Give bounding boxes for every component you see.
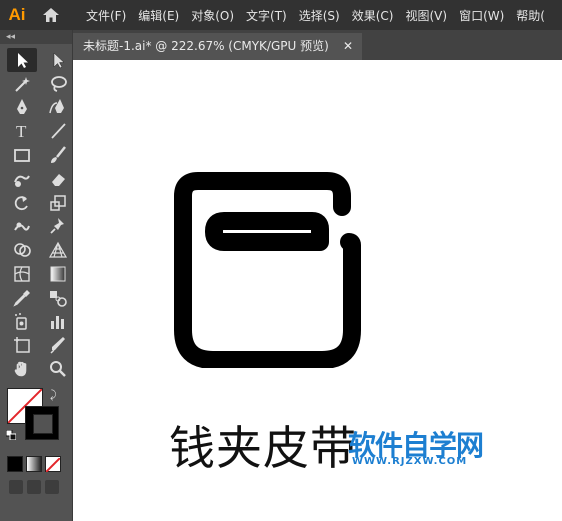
rectangle-tool[interactable] — [7, 143, 37, 167]
draw-mode-buttons — [0, 472, 72, 495]
eraser-icon — [52, 173, 65, 186]
gradient-mode-icon[interactable] — [26, 456, 42, 473]
document-tab[interactable]: 未标题-1.ai* @ 222.67% (CMYK/GPU 预览) ✕ — [73, 33, 362, 60]
stroke-swatch[interactable] — [25, 406, 59, 441]
pen-tool[interactable] — [7, 96, 37, 120]
line-tool[interactable] — [43, 119, 73, 143]
color-mode-buttons — [0, 456, 72, 473]
menu-item[interactable]: 效果(C) — [352, 7, 394, 24]
menu-item[interactable]: 帮助( — [516, 7, 545, 24]
rectangle-icon — [14, 149, 30, 162]
menu-bar: Ai 文件(F) 编辑(E) 对象(O) 文字(T) 选择(S) 效果(C) 视图(V) 窗口… — [0, 0, 562, 30]
curvature-pen-icon — [49, 99, 64, 114]
app-logo: Ai — [8, 5, 26, 24]
svg-text:T: T — [16, 122, 27, 141]
magic-wand-tool[interactable] — [7, 72, 37, 96]
artboard-icon — [14, 337, 30, 354]
type-tool[interactable]: T — [7, 119, 37, 143]
magnifier-icon — [50, 361, 66, 378]
mesh-icon — [14, 266, 30, 282]
bar-graph-icon — [51, 315, 64, 329]
arrow-icon — [18, 52, 28, 68]
shape-builder-icon — [14, 243, 31, 258]
magic-wand-icon — [15, 76, 30, 92]
shape-builder-tool[interactable] — [7, 238, 37, 262]
close-icon[interactable]: ✕ — [343, 33, 353, 60]
wallet-flap-path — [205, 212, 329, 251]
draw-behind-icon[interactable] — [27, 480, 41, 495]
column-graph-tool[interactable] — [43, 310, 73, 334]
artboard-tool[interactable] — [7, 334, 37, 358]
warp-tool[interactable] — [7, 215, 37, 239]
lasso-icon — [51, 75, 67, 92]
menu-item[interactable]: 视图(V) — [405, 7, 447, 24]
zoom-tool[interactable] — [43, 357, 73, 381]
selection-tool[interactable] — [7, 48, 37, 72]
slice-tool[interactable] — [43, 334, 73, 358]
pin-icon — [50, 218, 64, 235]
hand-tool[interactable] — [7, 357, 37, 381]
document-tab-title: 未标题-1.ai* @ 222.67% (CMYK/GPU 预览) — [83, 39, 329, 53]
direct-selection-tool[interactable] — [43, 48, 73, 72]
shaper-tool[interactable] — [7, 167, 37, 191]
white-arrow-icon — [53, 52, 65, 69]
document-tab-bar: 未标题-1.ai* @ 222.67% (CMYK/GPU 预览) ✕ — [73, 30, 562, 60]
draw-inside-icon[interactable] — [45, 480, 59, 495]
paintbrush-tool[interactable] — [43, 143, 73, 167]
symbol-sprayer-icon — [15, 312, 27, 330]
wallet-outer-path — [174, 172, 361, 368]
fill-stroke-swatches: ⤸ — [0, 386, 72, 456]
swap-fill-stroke-icon[interactable]: ⤸ — [50, 388, 57, 402]
color-mode-icon[interactable] — [7, 456, 23, 473]
brush-icon — [51, 146, 66, 164]
blend-tool[interactable] — [43, 286, 73, 310]
scale-icon — [50, 194, 66, 211]
puppet-warp-tool[interactable] — [43, 215, 73, 239]
watermark-url: WWW.RJZXW.COM — [352, 456, 468, 467]
curvature-tool[interactable] — [43, 96, 73, 120]
perspective-grid-icon — [48, 242, 68, 258]
perspective-grid-tool[interactable] — [43, 238, 73, 262]
knife-icon — [50, 337, 65, 354]
mesh-tool[interactable] — [7, 262, 37, 286]
tools-panel: ◂◂ T ⤸ — [0, 30, 73, 521]
scale-tool[interactable] — [43, 191, 73, 215]
rotate-tool[interactable] — [7, 191, 37, 215]
menu-item[interactable]: 编辑(E) — [138, 7, 179, 24]
tool-grid: T — [0, 44, 72, 381]
eraser-tool[interactable] — [43, 167, 73, 191]
shaper-icon — [14, 175, 30, 187]
default-colors-icon[interactable] — [6, 430, 16, 441]
pen-icon — [17, 99, 27, 115]
menu-item[interactable]: 窗口(W) — [459, 7, 504, 24]
home-icon[interactable] — [34, 0, 68, 30]
menu-item[interactable]: 文件(F) — [86, 7, 126, 24]
collapse-panel-button[interactable]: ◂◂ — [0, 30, 72, 44]
warp-icon — [14, 222, 30, 232]
eyedropper-icon — [13, 289, 30, 307]
none-mode-icon[interactable] — [45, 456, 61, 473]
symbol-sprayer-tool[interactable] — [7, 310, 37, 334]
rotate-icon — [14, 195, 28, 210]
menu-item[interactable]: 文字(T) — [246, 7, 287, 24]
gradient-tool[interactable] — [43, 262, 73, 286]
type-icon: T — [16, 122, 27, 141]
eyedropper-tool[interactable] — [7, 286, 37, 310]
menu-item[interactable]: 对象(O) — [191, 7, 234, 24]
draw-normal-icon[interactable] — [9, 480, 23, 495]
artboard-canvas[interactable]: 钱夹皮带 软件自学网 WWW.RJZXW.COM — [73, 60, 562, 521]
blend-icon — [50, 290, 67, 307]
wallet-icon-artwork[interactable] — [168, 168, 368, 368]
lasso-tool[interactable] — [43, 72, 73, 96]
menu-item[interactable]: 选择(S) — [299, 7, 340, 24]
line-icon — [51, 123, 66, 139]
gradient-icon — [50, 266, 66, 282]
main-menu: 文件(F) 编辑(E) 对象(O) 文字(T) 选择(S) 效果(C) 视图(V) 窗口(W)… — [86, 7, 557, 24]
artwork-caption[interactable]: 钱夹皮带 — [169, 412, 357, 478]
hand-icon — [14, 361, 27, 377]
